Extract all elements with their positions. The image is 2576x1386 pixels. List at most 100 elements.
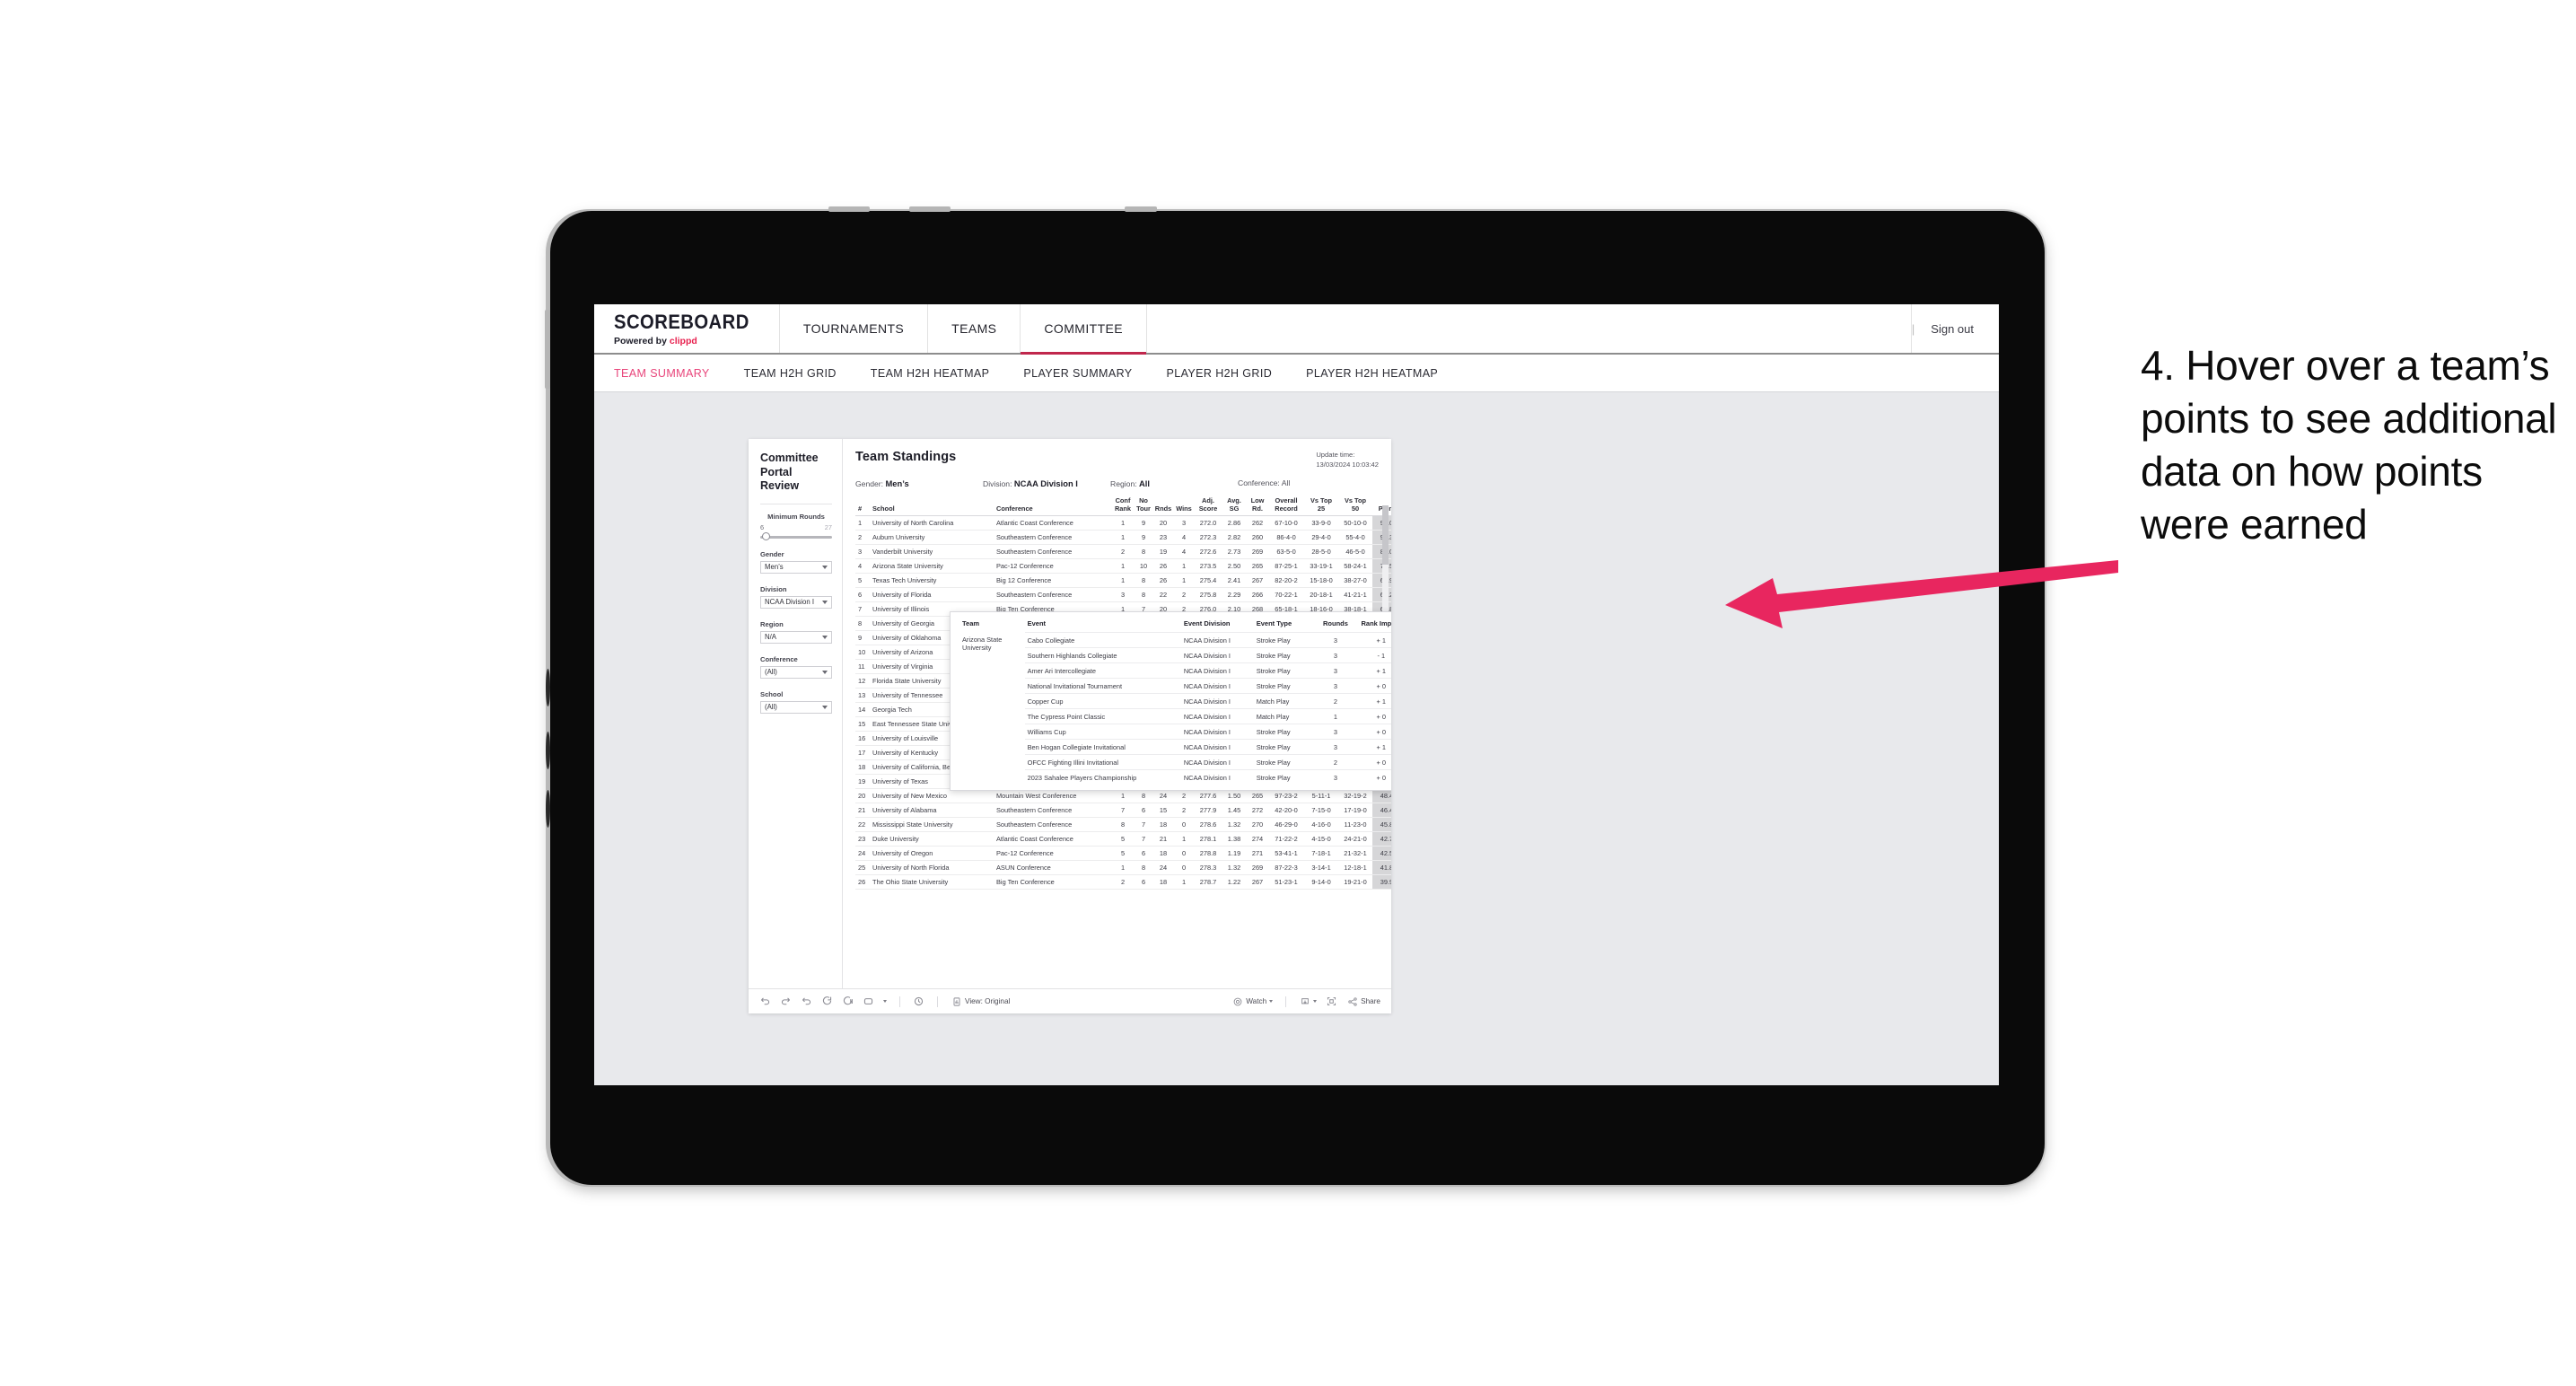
minimum-rounds-slider[interactable]	[760, 532, 832, 541]
standings-col-wins[interactable]: Wins	[1173, 497, 1195, 517]
cell-avg_sg: 2.29	[1222, 587, 1247, 603]
tooltip-cell-rounds: 1	[1317, 708, 1354, 724]
chevron-down-icon	[822, 670, 828, 674]
cell-points[interactable]: 45.81	[1372, 817, 1391, 833]
cell-rank: 12	[855, 673, 870, 689]
dashboard-icon[interactable]	[863, 996, 874, 1007]
standings-col-avg_sg[interactable]: Avg. SG	[1222, 496, 1247, 517]
cell-rank: 5	[855, 573, 870, 589]
tooltip-row: National Invitational Tournament NCAA Div…	[959, 678, 1391, 694]
table-row[interactable]: 1 University of North Carolina Atlantic Co…	[855, 515, 1391, 531]
standings-col-overall_record[interactable]: Overall Record	[1268, 496, 1304, 517]
standings-col-adj_score[interactable]: Adj. Score	[1195, 496, 1222, 517]
nav-item-teams[interactable]: TEAMS	[928, 304, 1021, 353]
annotation-text: 4. Hover over a team’s points to see add…	[2141, 342, 2557, 548]
filter-conference-label: Conference	[760, 654, 798, 663]
cell-avg_sg: 1.38	[1222, 831, 1247, 847]
refresh-icon[interactable]	[821, 996, 833, 1007]
filter-conference-select[interactable]: (All)	[760, 665, 832, 679]
cell-conference: Big 12 Conference	[994, 573, 1112, 589]
undo-icon[interactable]	[759, 996, 771, 1007]
view-original-button[interactable]: View: Original	[951, 996, 1010, 1007]
standings-col-vs_top_25[interactable]: Vs Top 25	[1304, 496, 1338, 517]
sign-out-link[interactable]: Sign out	[1931, 322, 1974, 336]
download-button[interactable]	[1299, 996, 1318, 1007]
filter-gender-select[interactable]: Men’s	[760, 560, 832, 574]
table-row[interactable]: 22 Mississippi State University Southeaste…	[855, 817, 1391, 833]
brand-logo[interactable]: SCOREBOARD Powered by clippd	[594, 304, 780, 353]
tooltip-cell-rounds: 3	[1317, 662, 1354, 679]
pause-icon[interactable]	[842, 996, 854, 1007]
table-row[interactable]: 5 Texas Tech University Big 12 Conference 1…	[855, 573, 1391, 589]
cell-conf_rank: 7	[1112, 803, 1134, 819]
standings-col-school[interactable]: School	[870, 497, 994, 517]
tooltip-row: Arizona State University Cabo Collegiate N…	[959, 632, 1391, 652]
nav-item-committee[interactable]: COMMITTEE	[1021, 304, 1147, 355]
standings-col-rnds[interactable]: Rnds	[1153, 497, 1173, 517]
table-row[interactable]: 4 Arizona State University Pac-12 Conferen…	[855, 558, 1391, 575]
cell-conf_rank: 2	[1112, 874, 1134, 890]
table-row[interactable]: 2 Auburn University Southeastern Conferenc…	[855, 530, 1391, 546]
table-row[interactable]: 24 University of Oregon Pac-12 Conference 5…	[855, 846, 1391, 862]
cell-rnds: 21	[1153, 831, 1173, 847]
cell-conference: Southeastern Conference	[994, 530, 1112, 546]
tab-player-summary[interactable]: PLAYER SUMMARY	[1023, 367, 1132, 380]
standings-col-conf_rank[interactable]: Conf Rank	[1112, 496, 1134, 517]
chevron-down-icon[interactable]	[883, 1000, 887, 1003]
nav-item-tournaments[interactable]: TOURNAMENTS	[780, 304, 929, 353]
watch-button[interactable]: Watch	[1231, 996, 1274, 1007]
cell-vs_top_25: 28-5-0	[1304, 544, 1338, 560]
minimum-rounds-slider-handle[interactable]	[762, 532, 770, 541]
filter-region-value: N/A	[765, 633, 776, 642]
sub-navigation-bar: TEAM SUMMARY TEAM H2H GRID TEAM H2H HEAT…	[594, 355, 1999, 392]
cell-vs_top_25: 15-18-0	[1304, 573, 1338, 589]
tab-player-h2h-heatmap[interactable]: PLAYER H2H HEATMAP	[1306, 367, 1438, 380]
standings-col-adj_score-line-2: Score	[1198, 504, 1218, 513]
table-row[interactable]: 6 University of Florida Southeastern Confe…	[855, 587, 1391, 603]
cell-school: University of North Florida	[870, 860, 994, 876]
table-row[interactable]: 21 University of Alabama Southeastern Conf…	[855, 803, 1391, 819]
standings-col-rank[interactable]: #	[855, 497, 870, 517]
revert-icon[interactable]	[801, 996, 812, 1007]
table-row[interactable]: 26 The Ohio State University Big Ten Confe…	[855, 874, 1391, 890]
standings-col-conference[interactable]: Conference	[994, 497, 1112, 517]
cell-conf_rank: 1	[1112, 558, 1134, 575]
tab-team-summary[interactable]: TEAM SUMMARY	[614, 367, 710, 380]
table-row[interactable]: 3 Vanderbilt University Southeastern Confe…	[855, 544, 1391, 560]
tooltip-cell-event: Southern Highlands Collegiate	[1024, 647, 1181, 663]
cell-wins: 1	[1173, 573, 1195, 589]
points-breakdown-tooltip: Team Event Event Division Event Type Rou…	[950, 611, 1391, 791]
cell-points[interactable]: 46.48	[1372, 803, 1391, 819]
cell-rnds: 24	[1153, 860, 1173, 876]
tooltip-cell-event-type: Stroke Play	[1253, 632, 1318, 648]
filter-division-select[interactable]: NCAA Division I	[760, 595, 832, 609]
history-icon[interactable]	[913, 996, 924, 1007]
standings-col-overall_record-line-2: Record	[1275, 504, 1298, 513]
share-button[interactable]: Share	[1346, 996, 1380, 1007]
filter-summary-division: Division: NCAA Division I	[983, 478, 1110, 488]
table-row[interactable]: 23 Duke University Atlantic Coast Conferen…	[855, 831, 1391, 847]
cell-points[interactable]: 39.94	[1372, 874, 1391, 890]
cell-rank: 1	[855, 515, 870, 531]
standings-col-no_tour[interactable]: No Tour	[1134, 496, 1153, 517]
cell-points[interactable]: 42.58	[1372, 846, 1391, 862]
cell-vs_top_50: 50-10-0	[1338, 515, 1372, 531]
tab-player-h2h-grid[interactable]: PLAYER H2H GRID	[1167, 367, 1273, 380]
filter-region-select[interactable]: N/A	[760, 630, 832, 644]
cell-avg_sg: 1.32	[1222, 860, 1247, 876]
table-scrollbar-thumb[interactable]	[1382, 505, 1389, 565]
tab-team-h2h-grid[interactable]: TEAM H2H GRID	[744, 367, 837, 380]
cell-low_rd: 267	[1247, 874, 1268, 890]
cell-points[interactable]: 41.89	[1372, 860, 1391, 876]
fullscreen-icon[interactable]	[1326, 996, 1337, 1007]
standings-col-vs_top_50[interactable]: Vs Top 50	[1338, 496, 1372, 517]
standings-col-low_rd[interactable]: Low Rd.	[1247, 496, 1268, 517]
table-row[interactable]: 25 University of North Florida ASUN Confer…	[855, 860, 1391, 876]
filter-school-select[interactable]: (All)	[760, 700, 832, 714]
tab-team-h2h-heatmap[interactable]: TEAM H2H HEATMAP	[871, 367, 990, 380]
cell-school: Duke University	[870, 831, 994, 847]
cell-points[interactable]: 42.71	[1372, 831, 1391, 847]
redo-icon[interactable]	[780, 996, 792, 1007]
standings-col-conference-line-1: Conference	[996, 504, 1033, 513]
cell-vs_top_25: 9-14-0	[1304, 874, 1338, 890]
